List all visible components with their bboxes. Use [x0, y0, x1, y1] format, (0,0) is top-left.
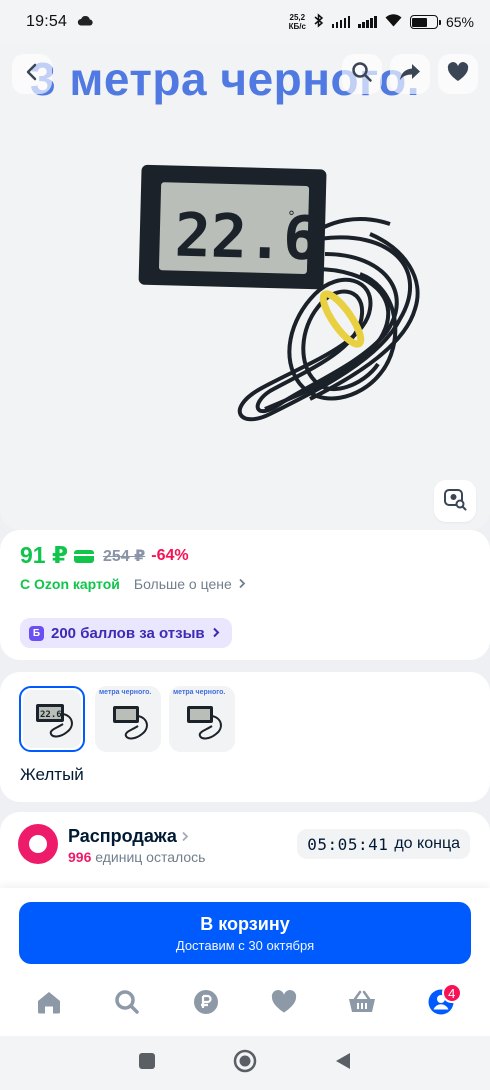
price-discount: -64% [151, 546, 189, 564]
share-button[interactable] [390, 54, 430, 94]
heart-icon [447, 61, 469, 87]
cloud-icon [77, 13, 93, 31]
product-image-gallery[interactable]: 3 метра черного. 22.6 ° C [0, 44, 490, 530]
variant-banner: метра черного. [173, 689, 226, 696]
variant-image: 22.6 [36, 704, 73, 738]
product-photo: 22.6 ° C [138, 164, 420, 422]
circle-icon [233, 1049, 257, 1072]
heart-icon [271, 989, 297, 1019]
variants-card: 22.6 метра черного. метра черного. Желты… [0, 672, 490, 802]
variant-thumb-2[interactable]: метра черного. [95, 686, 161, 752]
chevron-right-icon [212, 625, 220, 642]
back-system-button[interactable] [334, 1051, 352, 1076]
nav-home[interactable] [24, 979, 74, 1029]
favorite-button[interactable] [438, 54, 478, 94]
nav-favorites[interactable] [259, 979, 309, 1029]
variant-thumb-3[interactable]: метра черного. [169, 686, 235, 752]
sale-timer-value: 05:05:41 [307, 834, 389, 854]
chevron-left-icon [22, 62, 42, 87]
sale-remaining: 996 единиц осталось [68, 849, 205, 865]
search-button[interactable] [342, 54, 382, 94]
nav-profile[interactable]: 4 [416, 979, 466, 1029]
bluetooth-icon [314, 13, 324, 31]
selected-color-label: Желтый [20, 765, 84, 784]
search-icon [351, 61, 373, 88]
nav-search[interactable] [102, 979, 152, 1029]
sale-remaining-text: единиц осталось [95, 849, 206, 865]
share-icon [399, 62, 421, 87]
network-speed: 25,2 КБ/с [288, 13, 306, 31]
ruble-icon [193, 989, 219, 1020]
battery-percent: 65% [445, 14, 474, 30]
sale-icon [18, 824, 58, 864]
review-points-button[interactable]: Б 200 баллов за отзыв [20, 618, 232, 648]
ozon-card-icon [73, 550, 94, 563]
svg-text:C: C [286, 227, 309, 265]
status-time: 19:54 [26, 13, 68, 30]
home-system-button[interactable] [233, 1049, 257, 1078]
add-to-cart-button[interactable]: В корзину Доставим с 30 октября [19, 902, 471, 964]
sale-count: 996 [68, 849, 92, 865]
status-bar: 19:54 25,2 КБ/с 65% [0, 0, 490, 44]
basket-icon [348, 990, 376, 1019]
more-about-price-link[interactable]: Больше о цене [134, 576, 246, 592]
sale-title[interactable]: Распродажа [68, 826, 189, 847]
more-about-price-label: Больше о цене [133, 576, 232, 592]
recents-button[interactable] [138, 1052, 156, 1075]
review-points-label: 200 баллов за отзыв [51, 624, 205, 642]
home-icon [36, 990, 62, 1019]
sale-timer: 05:05:41 до конца [297, 829, 470, 859]
sale-timer-suffix: до конца [394, 835, 460, 852]
chevron-right-icon [181, 826, 189, 847]
variant-thumb-1[interactable]: 22.6 [19, 686, 85, 752]
similar-search-button[interactable] [434, 480, 476, 522]
ozon-card-label: С Ozon картой [20, 576, 120, 592]
points-icon: Б [29, 625, 44, 641]
chevron-right-icon [238, 576, 246, 592]
svg-text:°: ° [288, 209, 295, 225]
image-search-icon [443, 487, 467, 516]
delivery-date: Доставим с 30 октября [175, 937, 315, 953]
sale-card[interactable]: Распродажа 996 единиц осталось 05:05:41 … [0, 812, 490, 888]
battery-icon [409, 15, 441, 29]
nav-finance[interactable] [181, 979, 231, 1029]
svg-text:22.6: 22.6 [40, 710, 62, 720]
triangle-back-icon [335, 1052, 350, 1069]
back-button[interactable] [12, 54, 52, 94]
price-card: 91 ₽ 254 ₽ -64% С Ozon картой Больше о ц… [0, 530, 490, 660]
cart-area: В корзину Доставим с 30 октября [0, 888, 490, 972]
search-icon [114, 989, 140, 1020]
price-old: 254 ₽ [102, 547, 146, 565]
nav-cart[interactable] [337, 979, 387, 1029]
signal-icon-2 [358, 16, 377, 28]
variant-banner: метра черного. [99, 689, 152, 696]
wifi-icon [385, 14, 402, 30]
square-icon [139, 1052, 156, 1069]
bottom-navigation: 4 [0, 972, 490, 1036]
add-to-cart-label: В корзину [200, 913, 290, 934]
signal-icon [331, 16, 351, 28]
profile-badge: 4 [441, 983, 462, 1003]
sale-title-label: Распродажа [68, 826, 177, 846]
system-navigation [0, 1036, 490, 1090]
price-current: 91 ₽ [20, 542, 68, 568]
